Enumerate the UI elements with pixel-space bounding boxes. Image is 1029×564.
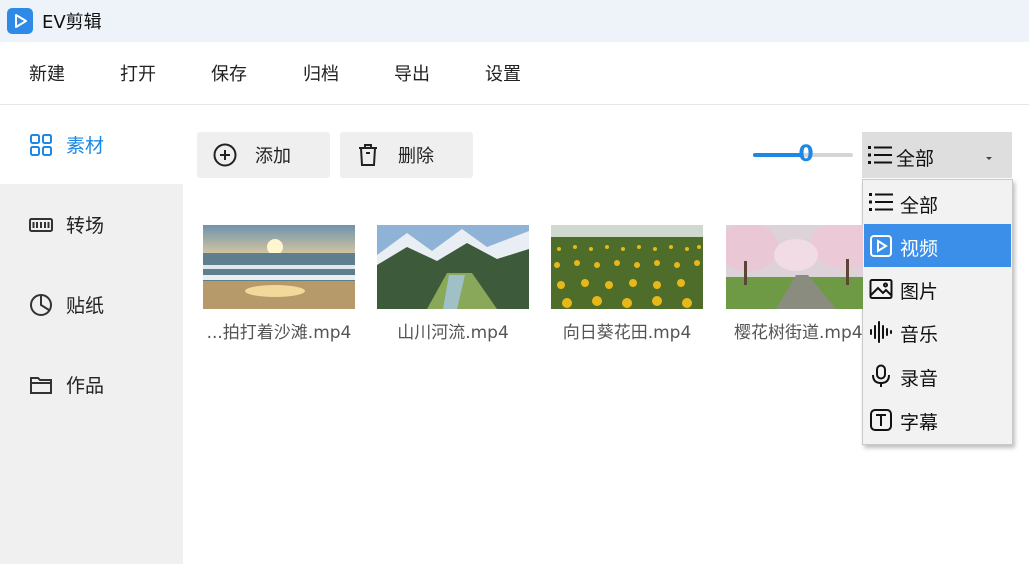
- sidebar: 素材 转场 贴纸 作品: [0, 105, 183, 564]
- menu-bar: 新建 打开 保存 归档 导出 设置: [0, 42, 1029, 105]
- menu-settings[interactable]: 设置: [485, 60, 521, 86]
- dropdown-option-video[interactable]: 视频: [864, 224, 1011, 267]
- dropdown-option-label: 图片: [900, 281, 939, 303]
- media-item[interactable]: 向日葵花田.mp4: [551, 225, 703, 343]
- dropdown-option-recording[interactable]: 录音: [864, 354, 1011, 397]
- plus-circle-icon: [213, 143, 237, 167]
- slider-value[interactable]: 0: [797, 143, 815, 167]
- dropdown-option-label: 录音: [900, 368, 939, 390]
- sidebar-item-materials[interactable]: 素材: [0, 105, 183, 184]
- dropdown-option-label: 字幕: [900, 412, 939, 434]
- menu-save[interactable]: 保存: [211, 60, 247, 86]
- dropdown-option-label: 全部: [900, 195, 939, 217]
- filter-select[interactable]: 全部: [862, 132, 1012, 178]
- cherry-blossom-thumbnail: [726, 225, 863, 309]
- microphone-icon: [869, 364, 893, 388]
- filter-selected-value: 全部: [896, 148, 935, 170]
- media-name: 樱花树街道.mp4: [734, 323, 863, 343]
- trash-icon: [356, 143, 380, 167]
- play-logo-icon: [7, 8, 33, 34]
- menu-open[interactable]: 打开: [120, 60, 156, 86]
- sunflower-thumbnail: [551, 225, 703, 309]
- sidebar-item-works[interactable]: 作品: [0, 345, 183, 424]
- dropdown-option-label: 视频: [900, 238, 939, 260]
- media-name: 山川河流.mp4: [397, 323, 509, 343]
- add-button[interactable]: 添加: [197, 132, 330, 178]
- sidebar-item-transitions[interactable]: 转场: [0, 185, 183, 264]
- sidebar-item-label: 作品: [66, 375, 105, 397]
- chevron-down-icon: [984, 148, 994, 167]
- delete-button[interactable]: 删除: [340, 132, 473, 178]
- media-item[interactable]: 樱花树街道.mp4: [726, 225, 878, 343]
- beach-thumbnail: [203, 225, 355, 309]
- dropdown-option-music[interactable]: 音乐: [864, 310, 1011, 353]
- size-slider[interactable]: 0: [753, 141, 853, 169]
- dropdown-option-image[interactable]: 图片: [864, 267, 1011, 310]
- add-button-label: 添加: [255, 146, 291, 167]
- dropdown-option-label: 音乐: [900, 324, 939, 346]
- delete-button-label: 删除: [398, 146, 434, 167]
- folder-icon: [29, 373, 53, 397]
- pie-icon: [29, 293, 53, 317]
- grid-icon: [29, 133, 53, 157]
- menu-new[interactable]: 新建: [29, 60, 65, 86]
- media-name: ...拍打着沙滩.mp4: [206, 323, 352, 343]
- menu-export[interactable]: 导出: [394, 60, 430, 86]
- menu-archive[interactable]: 归档: [303, 60, 339, 86]
- dropdown-option-all[interactable]: 全部: [864, 181, 1011, 224]
- mountain-thumbnail: [377, 225, 529, 309]
- sidebar-item-label: 贴纸: [66, 295, 105, 317]
- list-icon: [869, 191, 893, 215]
- filmstrip-icon: [29, 213, 53, 237]
- title-bar: EV剪辑: [0, 0, 1029, 42]
- slider-fill: [753, 153, 803, 157]
- list-icon: [868, 144, 892, 166]
- app-title: EV剪辑: [42, 12, 102, 33]
- sidebar-item-label: 素材: [66, 135, 105, 157]
- audio-wave-icon: [869, 320, 893, 344]
- text-icon: [869, 408, 893, 432]
- dropdown-option-subtitle[interactable]: 字幕: [864, 398, 1011, 441]
- media-item[interactable]: 山川河流.mp4: [377, 225, 529, 343]
- filter-dropdown: 全部 视频 图片 音乐 录音 字幕: [862, 179, 1013, 445]
- media-name: 向日葵花田.mp4: [562, 323, 692, 343]
- media-item[interactable]: ...拍打着沙滩.mp4: [203, 225, 355, 343]
- sidebar-item-stickers[interactable]: 贴纸: [0, 265, 183, 344]
- sidebar-item-label: 转场: [66, 215, 105, 237]
